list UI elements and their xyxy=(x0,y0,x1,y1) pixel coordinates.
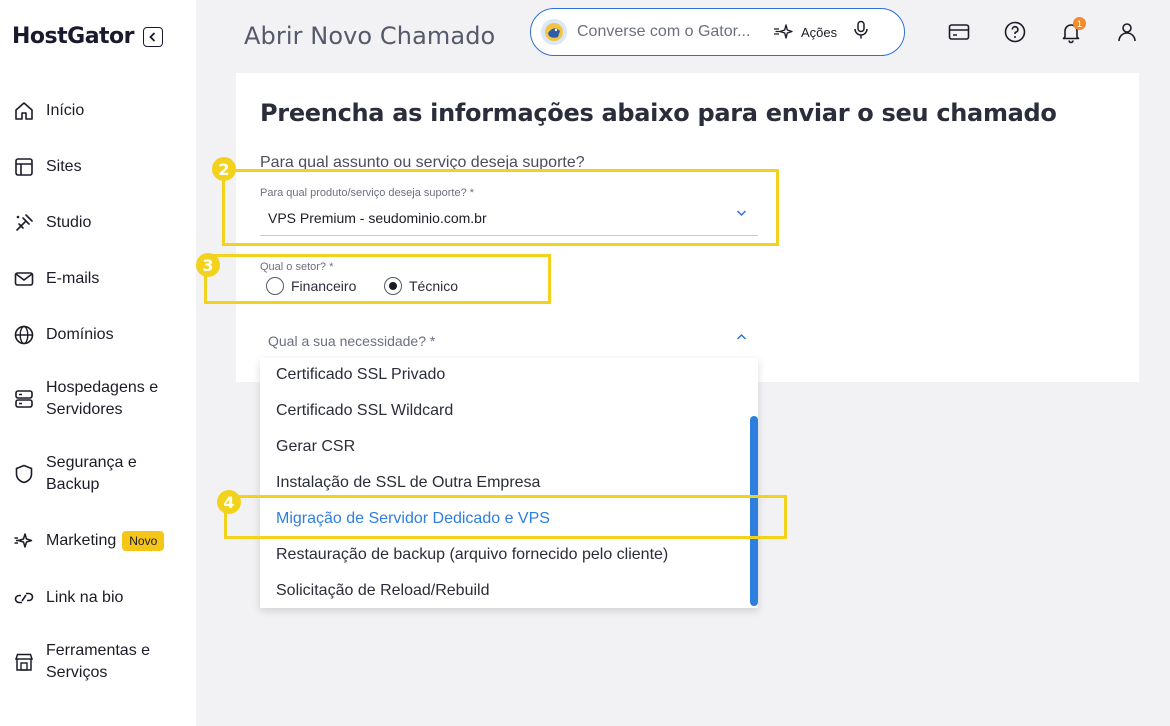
sidebar-item-label: Segurança e Backup xyxy=(46,452,137,496)
highlight-box-step3 xyxy=(204,254,551,304)
sidebar-item-hospedagens[interactable]: Hospedagens e Servidores xyxy=(12,377,158,421)
shield-icon xyxy=(12,462,36,486)
sidebar-item-label: E-mails xyxy=(46,270,100,287)
logo-row: HostGator xyxy=(12,24,164,49)
layout-icon xyxy=(12,155,36,179)
chevron-up-icon[interactable] xyxy=(736,332,747,344)
sidebar: HostGator Início Sites Studio E-mails Do… xyxy=(0,0,196,726)
gator-chat-bar: Ações xyxy=(530,8,905,56)
sidebar-item-label: Ferramentas e Serviços xyxy=(46,640,150,684)
sidebar-item-seguranca[interactable]: Segurança e Backup xyxy=(12,452,137,496)
label-line: Servidores xyxy=(46,401,123,418)
gator-avatar-icon xyxy=(541,19,567,45)
label-line: Serviços xyxy=(46,664,108,681)
hostgator-logo[interactable]: HostGator xyxy=(12,24,135,49)
sidebar-item-label: Início xyxy=(46,102,85,119)
sidebar-item-sites[interactable]: Sites xyxy=(12,155,82,179)
mail-icon xyxy=(12,267,36,291)
new-badge: Novo xyxy=(122,531,165,551)
sidebar-item-label: Domínios xyxy=(46,326,114,343)
sidebar-item-label: Sites xyxy=(46,158,82,175)
sidebar-item-label: Link na bio xyxy=(46,589,124,606)
page-title: Abrir Novo Chamado xyxy=(244,22,496,50)
microphone-icon[interactable] xyxy=(853,20,869,45)
sidebar-item-emails[interactable]: E-mails xyxy=(12,267,99,291)
link-icon xyxy=(12,586,36,610)
store-icon xyxy=(12,650,36,674)
acoes-label: Ações xyxy=(801,24,838,40)
label-line: Ferramentas e xyxy=(46,642,151,659)
sparkle-icon xyxy=(774,24,793,39)
sidebar-item-label: Hospedagens e Servidores xyxy=(46,377,158,421)
sidebar-item-dominios[interactable]: Domínios xyxy=(12,323,114,347)
need-dropdown-list: Certificado SSL Privado Certificado SSL … xyxy=(260,358,758,608)
step-marker-3: 3 xyxy=(196,253,220,277)
bell-icon[interactable]: 1 xyxy=(1059,17,1086,44)
help-icon[interactable] xyxy=(1003,20,1027,44)
dropdown-option[interactable]: Certificado SSL Wildcard xyxy=(276,402,453,420)
sidebar-item-label: Marketing xyxy=(46,532,117,549)
dropdown-option[interactable]: Certificado SSL Privado xyxy=(276,366,445,384)
studio-icon xyxy=(12,211,36,235)
sidebar-item-ferramentas[interactable]: Ferramentas e Serviços xyxy=(12,640,150,684)
home-icon xyxy=(12,99,36,123)
label-line: Backup xyxy=(46,476,100,493)
collapse-sidebar-icon[interactable] xyxy=(143,26,164,47)
user-icon[interactable] xyxy=(1115,20,1139,44)
sidebar-item-inicio[interactable]: Início xyxy=(12,99,84,123)
dropdown-option[interactable]: Gerar CSR xyxy=(276,438,355,456)
highlight-box-step2 xyxy=(222,169,779,246)
form-heading: Preencha as informações abaixo para envi… xyxy=(260,99,1057,127)
step-marker-4: 4 xyxy=(217,490,241,514)
credit-card-icon[interactable] xyxy=(947,20,971,44)
sidebar-item-studio[interactable]: Studio xyxy=(12,211,91,235)
gator-chat-input[interactable] xyxy=(577,23,767,41)
server-icon xyxy=(12,387,36,411)
sidebar-item-marketing[interactable]: Marketing Novo xyxy=(12,529,165,553)
label-line: Segurança e xyxy=(46,454,137,471)
sidebar-item-link-na-bio[interactable]: Link na bio xyxy=(12,586,123,610)
globe-icon xyxy=(12,323,36,347)
dropdown-option[interactable]: Solicitação de Reload/Rebuild xyxy=(276,582,489,600)
need-select[interactable]: Qual a sua necessidade? * xyxy=(268,333,435,349)
label-line: Hospedagens e xyxy=(46,379,159,396)
sparkle-icon xyxy=(12,529,36,553)
dropdown-option[interactable]: Instalação de SSL de Outra Empresa xyxy=(276,474,540,492)
acoes-button[interactable]: Ações xyxy=(773,22,837,42)
step-marker-2: 2 xyxy=(212,157,236,181)
notification-count-badge: 1 xyxy=(1073,17,1086,30)
sidebar-item-label: Studio xyxy=(46,214,92,231)
dropdown-option[interactable]: Restauração de backup (arquivo fornecido… xyxy=(276,546,668,564)
highlight-box-step4 xyxy=(224,495,787,539)
